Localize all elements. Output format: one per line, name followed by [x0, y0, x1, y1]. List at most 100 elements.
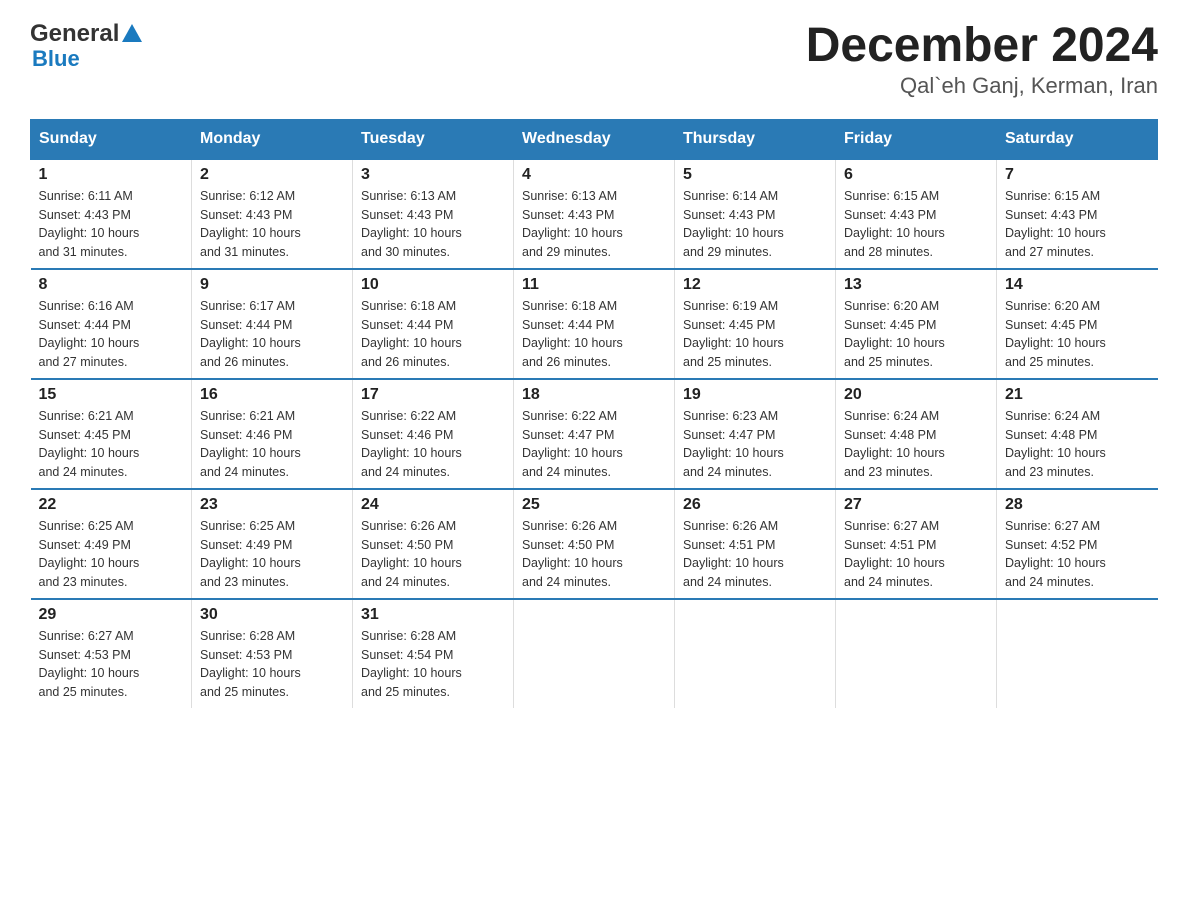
calendar-cell: 9 Sunrise: 6:17 AM Sunset: 4:44 PM Dayli… — [192, 269, 353, 379]
day-info: Sunrise: 6:11 AM Sunset: 4:43 PM Dayligh… — [39, 187, 184, 262]
day-number: 18 — [522, 386, 666, 404]
day-info: Sunrise: 6:24 AM Sunset: 4:48 PM Dayligh… — [844, 407, 988, 482]
day-info: Sunrise: 6:18 AM Sunset: 4:44 PM Dayligh… — [522, 297, 666, 372]
day-number: 27 — [844, 496, 988, 514]
col-header-friday: Friday — [836, 119, 997, 159]
day-number: 29 — [39, 606, 184, 624]
day-number: 13 — [844, 276, 988, 294]
calendar-cell: 13 Sunrise: 6:20 AM Sunset: 4:45 PM Dayl… — [836, 269, 997, 379]
col-header-wednesday: Wednesday — [514, 119, 675, 159]
calendar-cell: 3 Sunrise: 6:13 AM Sunset: 4:43 PM Dayli… — [353, 159, 514, 269]
day-info: Sunrise: 6:28 AM Sunset: 4:54 PM Dayligh… — [361, 627, 505, 702]
col-header-tuesday: Tuesday — [353, 119, 514, 159]
calendar-cell: 27 Sunrise: 6:27 AM Sunset: 4:51 PM Dayl… — [836, 489, 997, 599]
calendar-header-row: SundayMondayTuesdayWednesdayThursdayFrid… — [31, 119, 1158, 159]
day-number: 15 — [39, 386, 184, 404]
calendar-cell — [675, 599, 836, 708]
day-info: Sunrise: 6:19 AM Sunset: 4:45 PM Dayligh… — [683, 297, 827, 372]
calendar-cell: 14 Sunrise: 6:20 AM Sunset: 4:45 PM Dayl… — [997, 269, 1158, 379]
day-number: 17 — [361, 386, 505, 404]
calendar-cell — [997, 599, 1158, 708]
day-info: Sunrise: 6:20 AM Sunset: 4:45 PM Dayligh… — [1005, 297, 1150, 372]
day-number: 14 — [1005, 276, 1150, 294]
day-info: Sunrise: 6:17 AM Sunset: 4:44 PM Dayligh… — [200, 297, 344, 372]
calendar-cell: 29 Sunrise: 6:27 AM Sunset: 4:53 PM Dayl… — [31, 599, 192, 708]
day-number: 9 — [200, 276, 344, 294]
day-number: 10 — [361, 276, 505, 294]
day-number: 20 — [844, 386, 988, 404]
day-info: Sunrise: 6:28 AM Sunset: 4:53 PM Dayligh… — [200, 627, 344, 702]
calendar-cell: 23 Sunrise: 6:25 AM Sunset: 4:49 PM Dayl… — [192, 489, 353, 599]
logo-triangle-icon — [122, 24, 142, 42]
calendar-table: SundayMondayTuesdayWednesdayThursdayFrid… — [30, 119, 1158, 708]
calendar-cell: 31 Sunrise: 6:28 AM Sunset: 4:54 PM Dayl… — [353, 599, 514, 708]
day-number: 1 — [39, 166, 184, 184]
day-info: Sunrise: 6:15 AM Sunset: 4:43 PM Dayligh… — [1005, 187, 1150, 262]
day-info: Sunrise: 6:24 AM Sunset: 4:48 PM Dayligh… — [1005, 407, 1150, 482]
page-subtitle: Qal`eh Ganj, Kerman, Iran — [806, 73, 1158, 99]
day-number: 21 — [1005, 386, 1150, 404]
day-number: 5 — [683, 166, 827, 184]
day-number: 24 — [361, 496, 505, 514]
col-header-monday: Monday — [192, 119, 353, 159]
calendar-cell: 28 Sunrise: 6:27 AM Sunset: 4:52 PM Dayl… — [997, 489, 1158, 599]
day-number: 2 — [200, 166, 344, 184]
day-number: 26 — [683, 496, 827, 514]
day-number: 31 — [361, 606, 505, 624]
calendar-cell: 21 Sunrise: 6:24 AM Sunset: 4:48 PM Dayl… — [997, 379, 1158, 489]
day-info: Sunrise: 6:18 AM Sunset: 4:44 PM Dayligh… — [361, 297, 505, 372]
calendar-cell: 18 Sunrise: 6:22 AM Sunset: 4:47 PM Dayl… — [514, 379, 675, 489]
day-info: Sunrise: 6:26 AM Sunset: 4:50 PM Dayligh… — [522, 517, 666, 592]
logo: General Blue — [30, 20, 142, 72]
calendar-cell: 2 Sunrise: 6:12 AM Sunset: 4:43 PM Dayli… — [192, 159, 353, 269]
day-info: Sunrise: 6:15 AM Sunset: 4:43 PM Dayligh… — [844, 187, 988, 262]
calendar-week-row: 15 Sunrise: 6:21 AM Sunset: 4:45 PM Dayl… — [31, 379, 1158, 489]
calendar-cell: 20 Sunrise: 6:24 AM Sunset: 4:48 PM Dayl… — [836, 379, 997, 489]
day-info: Sunrise: 6:22 AM Sunset: 4:46 PM Dayligh… — [361, 407, 505, 482]
day-info: Sunrise: 6:27 AM Sunset: 4:53 PM Dayligh… — [39, 627, 184, 702]
day-info: Sunrise: 6:23 AM Sunset: 4:47 PM Dayligh… — [683, 407, 827, 482]
day-info: Sunrise: 6:25 AM Sunset: 4:49 PM Dayligh… — [39, 517, 184, 592]
day-info: Sunrise: 6:21 AM Sunset: 4:45 PM Dayligh… — [39, 407, 184, 482]
calendar-cell: 22 Sunrise: 6:25 AM Sunset: 4:49 PM Dayl… — [31, 489, 192, 599]
col-header-sunday: Sunday — [31, 119, 192, 159]
day-number: 23 — [200, 496, 344, 514]
day-info: Sunrise: 6:21 AM Sunset: 4:46 PM Dayligh… — [200, 407, 344, 482]
calendar-week-row: 22 Sunrise: 6:25 AM Sunset: 4:49 PM Dayl… — [31, 489, 1158, 599]
day-number: 4 — [522, 166, 666, 184]
calendar-cell: 15 Sunrise: 6:21 AM Sunset: 4:45 PM Dayl… — [31, 379, 192, 489]
calendar-cell: 19 Sunrise: 6:23 AM Sunset: 4:47 PM Dayl… — [675, 379, 836, 489]
col-header-thursday: Thursday — [675, 119, 836, 159]
calendar-cell — [836, 599, 997, 708]
calendar-cell: 7 Sunrise: 6:15 AM Sunset: 4:43 PM Dayli… — [997, 159, 1158, 269]
day-info: Sunrise: 6:26 AM Sunset: 4:50 PM Dayligh… — [361, 517, 505, 592]
day-info: Sunrise: 6:25 AM Sunset: 4:49 PM Dayligh… — [200, 517, 344, 592]
logo-general-text: General — [30, 20, 119, 48]
calendar-week-row: 8 Sunrise: 6:16 AM Sunset: 4:44 PM Dayli… — [31, 269, 1158, 379]
calendar-cell: 25 Sunrise: 6:26 AM Sunset: 4:50 PM Dayl… — [514, 489, 675, 599]
day-number: 11 — [522, 276, 666, 294]
calendar-cell: 24 Sunrise: 6:26 AM Sunset: 4:50 PM Dayl… — [353, 489, 514, 599]
calendar-cell: 5 Sunrise: 6:14 AM Sunset: 4:43 PM Dayli… — [675, 159, 836, 269]
day-number: 8 — [39, 276, 184, 294]
col-header-saturday: Saturday — [997, 119, 1158, 159]
calendar-cell: 30 Sunrise: 6:28 AM Sunset: 4:53 PM Dayl… — [192, 599, 353, 708]
day-number: 22 — [39, 496, 184, 514]
day-number: 25 — [522, 496, 666, 514]
day-number: 3 — [361, 166, 505, 184]
day-info: Sunrise: 6:13 AM Sunset: 4:43 PM Dayligh… — [361, 187, 505, 262]
day-number: 19 — [683, 386, 827, 404]
day-number: 7 — [1005, 166, 1150, 184]
calendar-cell: 1 Sunrise: 6:11 AM Sunset: 4:43 PM Dayli… — [31, 159, 192, 269]
calendar-week-row: 29 Sunrise: 6:27 AM Sunset: 4:53 PM Dayl… — [31, 599, 1158, 708]
day-info: Sunrise: 6:22 AM Sunset: 4:47 PM Dayligh… — [522, 407, 666, 482]
day-number: 16 — [200, 386, 344, 404]
day-info: Sunrise: 6:14 AM Sunset: 4:43 PM Dayligh… — [683, 187, 827, 262]
day-info: Sunrise: 6:12 AM Sunset: 4:43 PM Dayligh… — [200, 187, 344, 262]
day-info: Sunrise: 6:26 AM Sunset: 4:51 PM Dayligh… — [683, 517, 827, 592]
page-title: December 2024 — [806, 20, 1158, 73]
day-number: 12 — [683, 276, 827, 294]
calendar-week-row: 1 Sunrise: 6:11 AM Sunset: 4:43 PM Dayli… — [31, 159, 1158, 269]
calendar-cell: 11 Sunrise: 6:18 AM Sunset: 4:44 PM Dayl… — [514, 269, 675, 379]
calendar-cell: 16 Sunrise: 6:21 AM Sunset: 4:46 PM Dayl… — [192, 379, 353, 489]
